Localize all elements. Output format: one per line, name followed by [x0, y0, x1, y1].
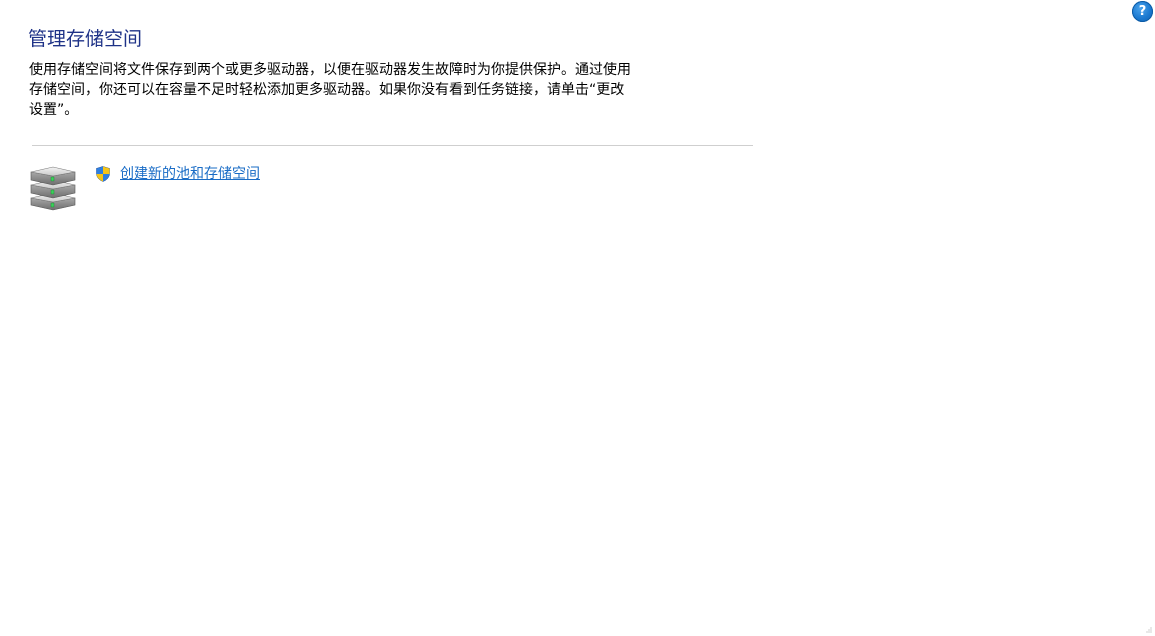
- storage-spaces-page: ? 管理存储空间 使用存储空间将文件保存到两个或更多驱动器，以便在驱动器发生故障…: [0, 0, 1155, 636]
- create-pool-link[interactable]: 创建新的池和存储空间: [120, 164, 260, 184]
- uac-shield-icon: [96, 166, 110, 182]
- page-description: 使用存储空间将文件保存到两个或更多驱动器，以便在驱动器发生故障时为你提供保护。通…: [29, 62, 631, 118]
- page-title: 管理存储空间: [28, 28, 143, 50]
- storage-drives-icon: [30, 166, 76, 211]
- divider: [32, 145, 753, 146]
- help-icon: ?: [1138, 4, 1147, 19]
- task-create-pool[interactable]: 创建新的池和存储空间: [95, 164, 260, 184]
- help-button[interactable]: ?: [1132, 1, 1153, 22]
- resize-grip-icon[interactable]: [1146, 627, 1152, 633]
